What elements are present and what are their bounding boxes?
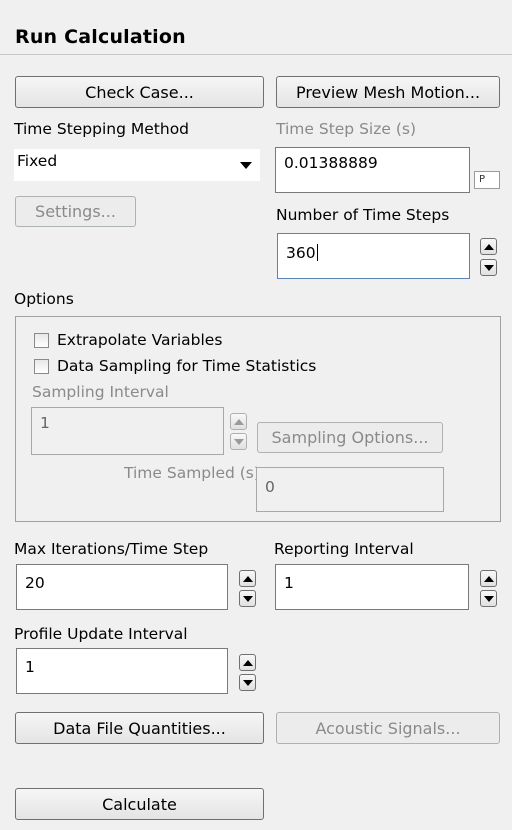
time-steps-increment-button[interactable] <box>480 238 497 255</box>
data-file-quantities-button[interactable]: Data File Quantities... <box>15 712 264 744</box>
max-iterations-decrement-button[interactable] <box>239 590 256 607</box>
time-stepping-method-label: Time Stepping Method <box>14 120 190 138</box>
checkbox-box[interactable] <box>34 358 49 374</box>
reporting-interval-field[interactable]: 1 <box>275 564 469 610</box>
reporting-interval-increment-button[interactable] <box>480 570 497 587</box>
data-sampling-label: Data Sampling for Time Statistics <box>57 357 317 375</box>
arrow-down-icon <box>242 679 253 686</box>
sampling-interval-label: Sampling Interval <box>32 383 169 401</box>
profile-interval-increment-button[interactable] <box>239 654 256 671</box>
arrow-down-icon <box>233 438 244 445</box>
data-sampling-checkbox[interactable]: Data Sampling for Time Statistics <box>34 357 316 375</box>
arrow-up-icon <box>242 575 253 582</box>
extrapolate-variables-checkbox[interactable]: Extrapolate Variables <box>34 331 222 349</box>
number-of-time-steps-value: 360 <box>286 244 316 262</box>
arrow-up-icon <box>483 575 494 582</box>
title-divider <box>0 54 512 55</box>
max-iterations-field[interactable]: 20 <box>16 564 228 610</box>
number-of-time-steps-label: Number of Time Steps <box>276 206 450 224</box>
arrow-up-icon <box>483 243 494 250</box>
profile-interval-decrement-button[interactable] <box>239 674 256 691</box>
options-label: Options <box>14 290 74 308</box>
sampling-options-button[interactable]: Sampling Options... <box>257 422 443 453</box>
time-stepping-method-select[interactable]: Fixed <box>14 149 260 181</box>
max-iterations-increment-button[interactable] <box>239 570 256 587</box>
panel-title: Run Calculation <box>15 26 186 48</box>
check-case-button[interactable]: Check Case... <box>15 76 264 108</box>
max-iterations-label: Max Iterations/Time Step <box>14 540 209 558</box>
number-of-time-steps-field[interactable]: 360 <box>277 233 470 279</box>
text-cursor <box>316 244 318 261</box>
arrow-down-icon <box>242 595 253 602</box>
arrow-up-icon <box>233 418 244 425</box>
settings-button[interactable]: Settings... <box>15 196 136 227</box>
time-steps-decrement-button[interactable] <box>480 259 497 276</box>
acoustic-signals-button[interactable]: Acoustic Signals... <box>276 712 500 744</box>
time-stepping-method-value: Fixed <box>17 152 58 170</box>
arrow-down-icon <box>483 264 494 271</box>
calculate-button[interactable]: Calculate <box>15 788 264 820</box>
chevron-down-icon <box>240 162 252 169</box>
parameter-badge[interactable]: P <box>474 171 500 189</box>
time-step-size-field[interactable]: 0.01388889 <box>275 147 470 193</box>
reporting-interval-decrement-button[interactable] <box>480 590 497 607</box>
arrow-down-icon <box>483 595 494 602</box>
profile-update-interval-field[interactable]: 1 <box>16 648 228 694</box>
sampling-interval-increment-button[interactable] <box>230 413 247 430</box>
reporting-interval-label: Reporting Interval <box>274 540 414 558</box>
time-sampled-field: 0 <box>256 467 444 512</box>
checkbox-box[interactable] <box>34 332 49 348</box>
sampling-interval-decrement-button[interactable] <box>230 433 247 450</box>
arrow-up-icon <box>242 659 253 666</box>
profile-update-interval-label: Profile Update Interval <box>14 625 188 643</box>
sampling-interval-field[interactable]: 1 <box>31 407 224 455</box>
extrapolate-variables-label: Extrapolate Variables <box>57 331 223 349</box>
time-sampled-label: Time Sampled (s) <box>124 464 260 482</box>
preview-mesh-motion-button[interactable]: Preview Mesh Motion... <box>276 76 500 108</box>
time-step-size-label: Time Step Size (s) <box>276 120 416 138</box>
